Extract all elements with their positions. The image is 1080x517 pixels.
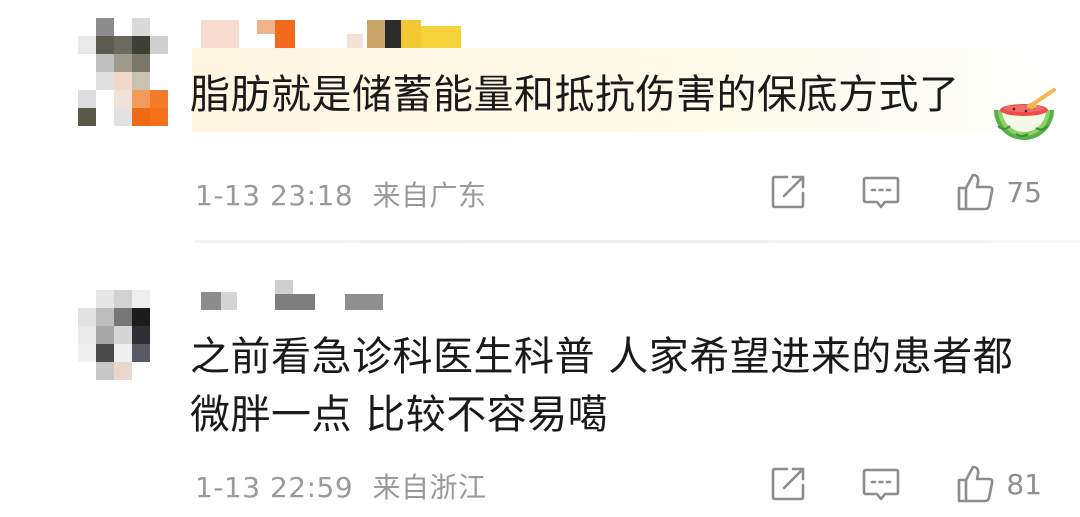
like-count: 81 [1006,467,1042,501]
comment-meta: 1-13 23:18 来自广东 [195,174,487,214]
like-button[interactable]: 75 [954,171,1042,213]
location: 来自浙江 [372,471,487,504]
share-button[interactable] [768,172,808,212]
avatar[interactable] [72,18,168,130]
comment-meta: 1-13 22:59 来自浙江 [195,466,487,506]
comment-item: 之前看急诊科医生科普 人家希望进来的患者都 微胖一点 比较不容易噶 1-13 2… [0,262,1080,517]
reply-button[interactable] [860,172,902,212]
share-button[interactable] [768,464,808,504]
reply-button[interactable] [860,464,902,504]
timestamp: 1-13 23:18 [195,179,354,212]
like-count: 75 [1006,175,1042,209]
comment-text[interactable]: 脂肪就是储蓄能量和抵抗伤害的保底方式了 [190,66,960,124]
timestamp: 1-13 22:59 [195,471,354,504]
watermelon-icon [994,88,1056,140]
share-icon [772,467,805,501]
divider [195,240,1080,243]
comment-feed: 脂肪就是储蓄能量和抵抗伤害的保底方式了 1-13 23:18 来自广东 75 之… [0,0,1080,517]
comment-item: 脂肪就是储蓄能量和抵抗伤害的保底方式了 1-13 23:18 来自广东 75 [0,0,1080,243]
username[interactable] [195,280,515,320]
comment-actions: 81 [716,462,1042,506]
comment-icon [863,468,900,501]
comment-text-line: 微胖一点 比较不容易噶 [190,392,609,438]
thumbs-up-icon [958,173,994,211]
comment-text-line: 之前看急诊科医生科普 人家希望进来的患者都 [190,334,1014,380]
thumbs-up-icon [958,465,994,503]
like-button[interactable]: 81 [954,463,1042,505]
comment-icon [863,176,900,209]
share-icon [772,175,805,209]
comment-actions: 75 [716,170,1042,214]
comment-text[interactable]: 之前看急诊科医生科普 人家希望进来的患者都 微胖一点 比较不容易噶 [190,328,1013,444]
location: 来自广东 [372,179,487,212]
avatar[interactable] [72,284,168,396]
